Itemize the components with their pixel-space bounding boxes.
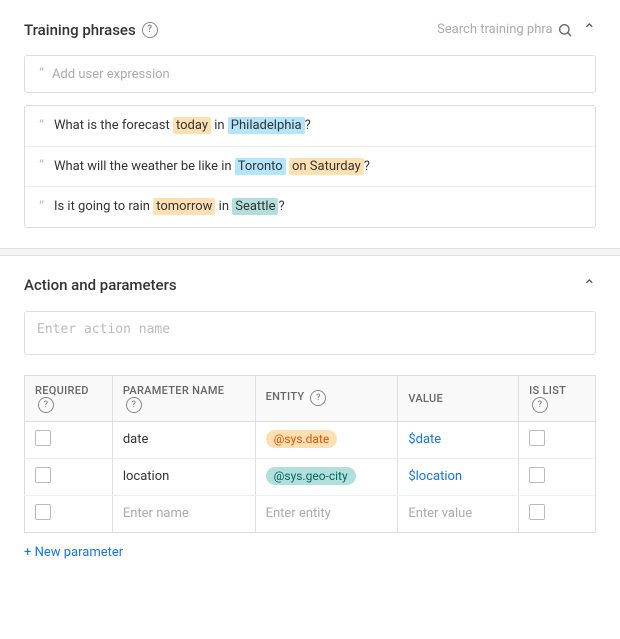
islist-checkbox-empty[interactable] [529,504,545,520]
action-parameters-title: Action and parameters [24,276,177,294]
islist-checkbox-date[interactable] [529,430,545,446]
entity-cell[interactable]: @sys.geo-city [255,458,398,495]
phrase-row[interactable]: “ What is the forecast today in Philadel… [25,106,595,147]
header-actions: Search training phra ⌃ [437,20,596,39]
new-parameter-label: + New parameter [24,545,123,560]
param-name-cell[interactable]: Enter name [112,495,255,532]
action-parameters-section: Action and parameters ⌃ REQUIRED ? PARAM… [0,256,620,580]
quote-icon: “ [39,118,44,134]
entity-cell[interactable]: Enter entity [255,495,398,532]
section-divider [0,248,620,256]
highlight-today: today [173,117,211,134]
enter-name-placeholder: Enter name [123,506,189,521]
param-name-label: PARAMETER NAME [123,384,224,397]
phrase-text: Is it going to rain tomorrow in Seattle? [54,197,285,217]
new-parameter-link[interactable]: + New parameter [24,545,123,560]
phrase-row[interactable]: “ What will the weather be like in Toron… [25,147,595,188]
highlight-philadelphia: Philadelphia [228,117,305,134]
col-header-islist: IS LIST ? [519,375,596,421]
training-phrases-section: Training phrases ? Search training phra … [0,0,620,248]
title-text: Training phrases [24,21,136,39]
training-phrases-title: Training phrases ? [24,21,158,39]
islist-label: IS LIST [529,384,566,397]
enter-value-placeholder: Enter value [408,506,472,521]
highlight-tomorrow: tomorrow [153,198,215,215]
islist-help-icon[interactable]: ? [532,397,548,413]
value-location: $location [408,469,462,484]
entity-cell[interactable]: @sys.date [255,421,398,458]
value-cell[interactable]: $date [398,421,519,458]
highlight-on-saturday: on Saturday [289,158,364,175]
title-text: Action and parameters [24,276,177,294]
search-icon[interactable] [557,22,573,38]
col-header-param-name: PARAMETER NAME ? [112,375,255,421]
action-name-input[interactable] [24,311,596,355]
quote-icon: “ [39,158,44,174]
training-phrases-header: Training phrases ? Search training phra … [24,20,596,39]
add-expression-box[interactable]: “ Add user expression [24,55,596,93]
entity-help-icon[interactable]: ? [310,390,326,406]
param-name-cell[interactable]: date [112,421,255,458]
required-checkbox[interactable] [35,430,51,446]
phrase-text: What will the weather be like in Toronto… [54,157,370,177]
required-help-icon[interactable]: ? [38,397,54,413]
collapse-chevron-icon[interactable]: ⌃ [583,276,596,295]
table-header-row: REQUIRED ? PARAMETER NAME ? ENTITY ? VAL… [25,375,596,421]
quote-icon: “ [39,199,44,215]
table-row: location @sys.geo-city $location [25,458,596,495]
parameters-table: REQUIRED ? PARAMETER NAME ? ENTITY ? VAL… [24,375,596,533]
value-cell[interactable]: Enter value [398,495,519,532]
islist-cell [519,495,596,532]
entity-badge-location: @sys.geo-city [266,467,356,485]
col-header-entity: ENTITY ? [255,375,398,421]
islist-cell [519,421,596,458]
table-row: Enter name Enter entity Enter value [25,495,596,532]
action-parameters-header: Action and parameters ⌃ [24,276,596,295]
quote-icon: “ [39,66,44,82]
highlight-seattle: Seattle [232,198,278,215]
value-label: VALUE [408,392,443,405]
required-checkbox[interactable] [35,467,51,483]
phrases-container: “ What is the forecast today in Philadel… [24,105,596,228]
phrase-text: What is the forecast today in Philadelph… [54,116,311,136]
islist-cell [519,458,596,495]
param-name-help-icon[interactable]: ? [126,397,142,413]
required-cell [25,458,113,495]
col-header-value: VALUE [398,375,519,421]
search-placeholder: Search training phra [437,22,553,37]
collapse-chevron-icon[interactable]: ⌃ [583,20,596,39]
search-box[interactable]: Search training phra [437,22,573,38]
required-cell [25,421,113,458]
required-label: REQUIRED [35,384,89,397]
training-phrases-help-icon[interactable]: ? [142,22,158,38]
entity-badge-date: @sys.date [266,430,338,448]
islist-checkbox-location[interactable] [529,467,545,483]
enter-entity-placeholder: Enter entity [266,506,331,521]
param-name-cell[interactable]: location [112,458,255,495]
table-row: date @sys.date $date [25,421,596,458]
phrase-row[interactable]: “ Is it going to rain tomorrow in Seattl… [25,187,595,227]
required-checkbox[interactable] [35,504,51,520]
col-header-required: REQUIRED ? [25,375,113,421]
add-expression-placeholder: Add user expression [52,67,170,82]
highlight-toronto: Toronto [235,158,286,175]
value-cell[interactable]: $location [398,458,519,495]
required-cell [25,495,113,532]
entity-label: ENTITY [266,390,305,403]
value-date: $date [408,432,441,447]
